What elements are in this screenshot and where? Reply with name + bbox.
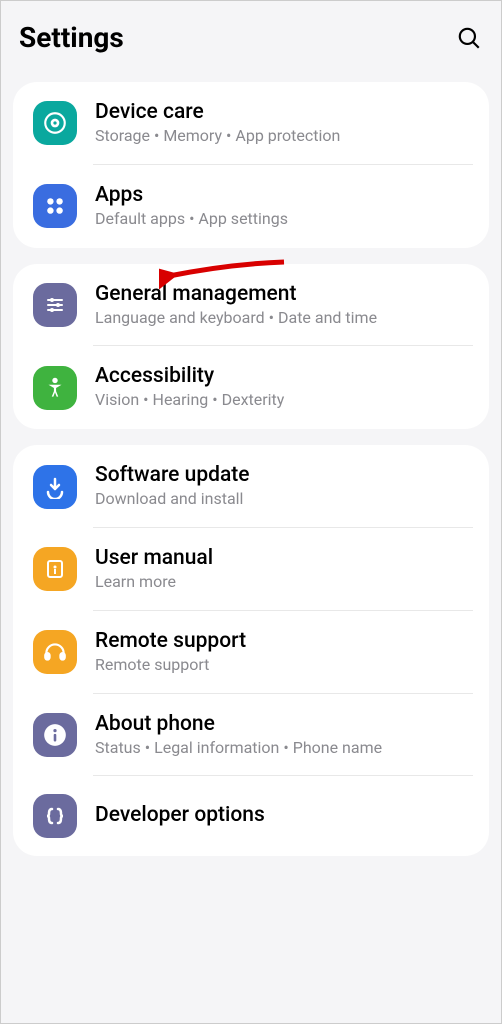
item-title: About phone [95,712,469,736]
settings-group-2: General management Language and keyboard… [13,264,489,430]
item-subtitle: Default apps • App settings [95,209,469,230]
remote-support-icon [33,630,77,674]
settings-item-about-phone[interactable]: About phone Status • Legal information •… [13,694,489,777]
settings-item-user-manual[interactable]: User manual Learn more [13,528,489,611]
item-title: Device care [95,100,469,124]
item-subtitle: Vision • Hearing • Dexterity [95,390,469,411]
search-icon [456,25,482,51]
settings-item-software-update[interactable]: Software update Download and install [13,445,489,528]
developer-options-icon [33,794,77,838]
settings-item-apps[interactable]: Apps Default apps • App settings [13,165,489,248]
item-title: Remote support [95,629,469,653]
settings-item-remote-support[interactable]: Remote support Remote support [13,611,489,694]
item-title: Developer options [95,803,469,827]
settings-group-3: Software update Download and install Use… [13,445,489,856]
item-subtitle: Download and install [95,489,469,510]
about-phone-icon [33,713,77,757]
item-title: User manual [95,546,469,570]
settings-item-device-care[interactable]: Device care Storage • Memory • App prote… [13,82,489,165]
device-care-icon [33,101,77,145]
user-manual-icon [33,547,77,591]
general-management-icon [33,283,77,327]
item-title: General management [95,282,469,306]
item-subtitle: Learn more [95,572,469,593]
settings-item-accessibility[interactable]: Accessibility Vision • Hearing • Dexteri… [13,346,489,429]
software-update-icon [33,465,77,509]
item-subtitle: Storage • Memory • App protection [95,126,469,147]
settings-group-1: Device care Storage • Memory • App prote… [13,82,489,248]
item-title: Software update [95,463,469,487]
search-button[interactable] [455,24,483,52]
accessibility-icon [33,366,77,410]
apps-icon [33,184,77,228]
settings-item-general-management[interactable]: General management Language and keyboard… [13,264,489,347]
settings-item-developer-options[interactable]: Developer options [13,776,489,856]
page-title: Settings [19,21,124,54]
item-subtitle: Remote support [95,655,469,676]
item-title: Accessibility [95,364,469,388]
item-subtitle: Language and keyboard • Date and time [95,308,469,329]
item-title: Apps [95,183,469,207]
item-subtitle: Status • Legal information • Phone name [95,738,469,759]
header: Settings [1,1,501,82]
